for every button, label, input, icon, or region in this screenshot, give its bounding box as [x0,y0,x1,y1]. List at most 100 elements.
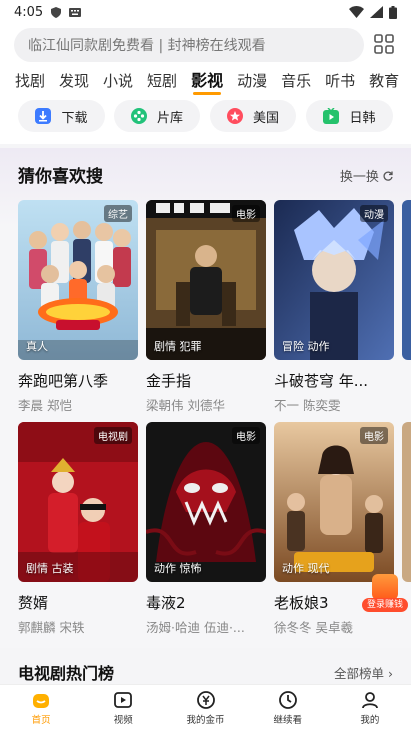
gift-icon [372,574,398,600]
video-card[interactable]: 电影 动作 惊怖 毒液2 汤姆·哈迪 伍迪·... [146,422,266,636]
card-title: 赘婿 [18,594,49,612]
channel-film-tv[interactable]: 影视 [184,66,230,98]
grid-menu-icon[interactable] [374,34,394,54]
poster-image: 电影 动作 现代 [274,422,394,582]
card-actors: 梁朝伟 刘德华 [146,398,225,413]
download-icon [35,108,52,124]
genre-tags: 真人 [26,340,48,353]
hot-chart-title: 电视剧热门榜 [18,664,115,683]
tab-coins[interactable]: 我的金币 [164,685,246,730]
japan-korea-label: 日韩 [349,110,376,126]
channel-anime[interactable]: 动漫 [230,66,274,98]
video-icon [114,692,133,708]
status-time: 4:05 [14,4,44,20]
refresh-button[interactable]: 换一换 [340,166,393,185]
download-label: 下载 [61,110,88,126]
poster-image: 电影 剧情 犯罪 [146,200,266,360]
category-badge: 电视剧 [94,427,132,444]
video-card[interactable]: 动漫 冒险 动作 斗破苍穹 年... 不一 陈奕雯 [274,200,394,414]
card-title: 奔跑吧第八季 [18,372,109,390]
all-charts-label: 全部榜单 [334,666,385,681]
card-actors: 徐冬冬 吴卓羲 [274,620,353,635]
download-button[interactable]: 下载 [18,100,105,132]
profile-icon [362,692,378,709]
category-badge: 动漫 [360,205,388,222]
channel-find-drama[interactable]: 找剧 [8,66,52,98]
section-title-text: 猜你喜欢搜 [18,167,103,187]
genre-tags: 冒险 动作 [282,340,330,353]
all-charts-link[interactable]: 全部榜单 › [334,663,393,682]
card-actors: 汤姆·哈迪 伍迪·... [146,620,245,635]
section-title: 猜你喜欢搜 [17,162,104,187]
film-library-label: 片库 [156,110,183,126]
home-icon [33,694,50,708]
video-card[interactable]: 电影 剧情 犯罪 金手指 梁朝伟 刘德华 [146,200,266,414]
guess-you-like-section: 猜你喜欢搜 换一换 综艺 真人 奔跑吧第八季 李晨 郑恺 电影 剧情 犯罪 金手… [0,148,411,648]
genre-tags: 动作 惊怖 [154,562,202,575]
tab-video-label: 视频 [113,715,133,726]
tv-icon [323,108,340,124]
video-card[interactable]: 综艺 真人 奔跑吧第八季 李晨 郑恺 [18,200,138,414]
tab-home-label: 首页 [31,715,51,726]
channel-discover[interactable]: 发现 [52,66,96,98]
next-card-peek [402,200,411,360]
tab-profile[interactable]: 我的 [329,685,411,730]
refresh-label: 换一换 [339,170,379,185]
history-icon [278,691,297,709]
refresh-icon [383,171,393,181]
poster-image: 动漫 冒险 动作 [274,200,394,360]
tab-video[interactable]: 视频 [82,685,164,730]
channel-audiobook[interactable]: 听书 [318,66,362,98]
film-library-button[interactable]: 片库 [114,100,200,132]
search-placeholder: 临江仙同款剧免费看 | 封神榜在线观看 [28,38,266,54]
channel-novel[interactable]: 小说 [96,66,140,98]
tab-continue-watching-label: 继续看 [273,715,302,726]
battery-icon [389,5,397,19]
tab-continue-watching[interactable]: 继续看 [247,685,329,730]
us-label: 美国 [252,110,279,126]
category-badge: 电影 [360,427,388,444]
login-reward-label: 登录赚钱 [362,598,408,612]
search-row: 临江仙同款剧免费看 | 封神榜在线观看 [0,24,411,66]
shield-status-icon [51,6,62,18]
channel-more[interactable]: 关 [406,66,411,98]
video-card[interactable]: 电视剧 剧情 古装 赘婿 郭麒麟 宋轶 [18,422,138,636]
genre-tags: 动作 现代 [282,562,330,575]
channel-tabs: 找剧 发现 小说 短剧 影视 动漫 音乐 听书 教育 关 [0,66,411,98]
card-title: 斗破苍穹 年... [274,372,369,390]
tab-home[interactable]: 首页 [0,685,82,730]
search-input[interactable]: 临江仙同款剧免费看 | 封神榜在线观看 [14,28,364,62]
tab-profile-label: 我的 [360,715,380,726]
card-actors: 郭麒麟 宋轶 [18,620,85,635]
channel-music[interactable]: 音乐 [274,66,318,98]
category-badge: 电影 [232,427,260,444]
poster-image: 电影 动作 惊怖 [146,422,266,582]
card-title: 毒液2 [146,594,186,612]
card-title: 金手指 [146,372,192,390]
chevron-right-icon: › [388,666,393,681]
card-actors: 李晨 郑恺 [18,398,72,413]
genre-tags: 剧情 古装 [26,562,74,575]
coin-icon [196,691,215,709]
card-actors: 不一 陈奕雯 [274,398,341,413]
keyboard-status-icon [69,7,82,17]
quick-actions: 下载 片库 美国 日韩 [0,98,411,144]
login-reward-badge[interactable]: 登录赚钱 [362,574,408,614]
japan-korea-button[interactable]: 日韩 [306,100,393,132]
bottom-tab-bar: 首页 视频 我的金币 继续看 我的 [0,684,411,730]
status-bar: 4:05 [0,0,411,24]
film-library-icon [130,108,147,124]
poster-image: 电视剧 剧情 古装 [18,422,138,582]
wifi-icon [349,6,364,18]
category-badge: 电影 [232,205,260,222]
next-card-peek [402,422,411,582]
poster-image: 综艺 真人 [18,200,138,360]
category-badge: 综艺 [104,205,132,222]
us-button[interactable]: 美国 [210,100,296,132]
tab-coins-label: 我的金币 [186,715,225,726]
genre-tags: 剧情 犯罪 [154,340,202,353]
us-flag-icon [226,108,243,124]
channel-education[interactable]: 教育 [362,66,406,98]
signal-icon [370,6,383,18]
channel-short-drama[interactable]: 短剧 [140,66,184,98]
